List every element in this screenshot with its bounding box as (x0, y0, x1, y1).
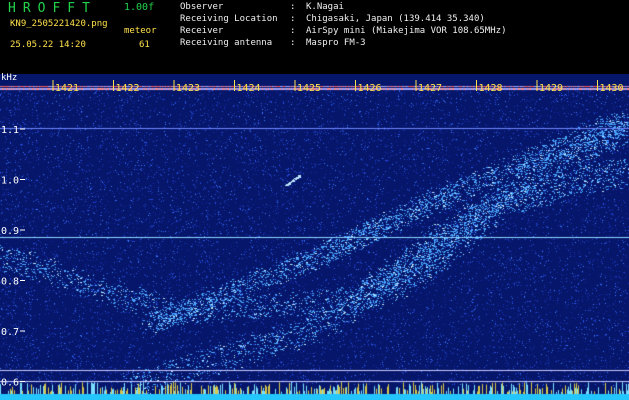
metadata-value: Chigasaki, Japan (139.414 35.340) (306, 14, 485, 24)
metadata-row-location: Receiving Location: Chigasaki, Japan (139… (180, 14, 485, 24)
app-title: HROFFT (8, 1, 97, 16)
mode-label: meteor (124, 26, 157, 36)
meteor-count: 61 (139, 40, 150, 50)
frequency-unit-label: kHz (1, 73, 18, 83)
app-version: 1.00f (124, 2, 155, 13)
metadata-value: Maspro FM-3 (306, 38, 366, 48)
metadata-key: Receiver (180, 26, 224, 36)
metadata-row-antenna: Receiving antenna: Maspro FM-3 (180, 38, 366, 48)
metadata-key: Receiving Location (180, 14, 278, 24)
file-datetime: 25.05.22 14:20 (10, 40, 86, 50)
waterfall-spectrogram[interactable] (0, 74, 629, 400)
metadata-key: Observer (180, 2, 224, 12)
metadata-key: Receiving antenna (180, 38, 273, 48)
metadata-row-receiver: Receiver: AirSpy mini (Miakejima VOR 108.… (180, 26, 507, 36)
file-name: KN9_2505221420.png (10, 19, 108, 29)
metadata-value: AirSpy mini (Miakejima VOR 108.65MHz) (306, 26, 507, 36)
metadata-row-observer: Observer: K.Nagai (180, 2, 344, 12)
metadata-value: K.Nagai (306, 2, 344, 12)
header-panel: HROFFT 1.00f KN9_2505221420.png meteor 2… (0, 0, 629, 74)
